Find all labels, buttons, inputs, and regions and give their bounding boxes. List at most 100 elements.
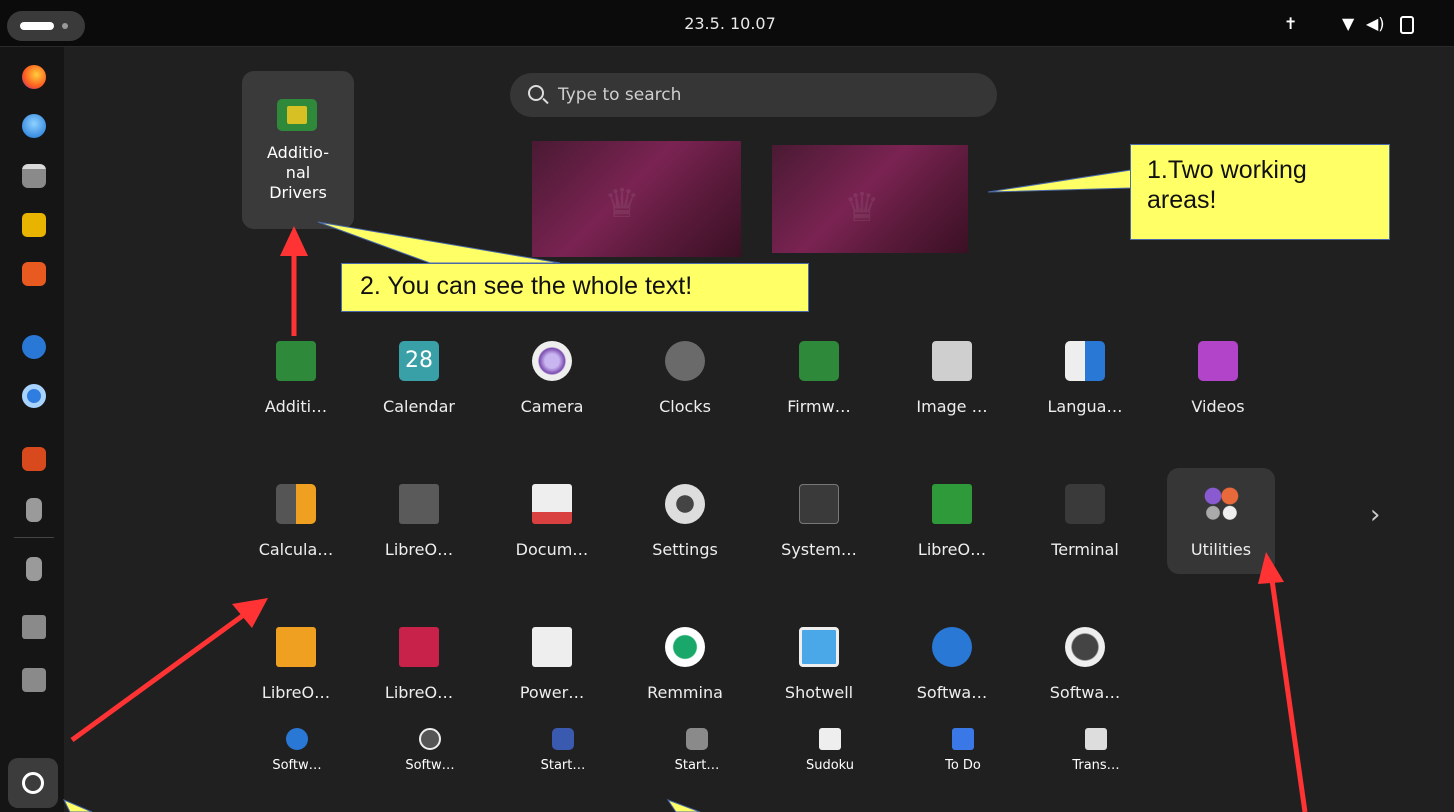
app-calculator[interactable]: Calcula… [241,484,351,594]
app-label: System… [781,540,857,559]
gear-icon [665,484,705,524]
app-label: Softw… [405,758,455,773]
app-label: Terminal [1051,540,1119,559]
top-bar: 23.5. 10.07 ✝ ▼ ◀) [0,0,1454,47]
app-label: Remmina [647,683,723,702]
app-utilities[interactable]: Utilities [1166,484,1276,594]
ubuntu-logo-icon [22,772,44,794]
clock[interactable]: 23.5. 10.07 [640,14,820,33]
app-videos[interactable]: Videos [1163,341,1273,451]
app-startup-applications[interactable]: Start… [651,728,741,784]
transmission-icon [1085,728,1107,750]
app-image-viewer[interactable]: Image … [897,341,1007,451]
rhythmbox-icon[interactable] [22,213,46,237]
play-icon [1198,341,1238,381]
app-label: Langua… [1047,397,1123,416]
app-shotwell[interactable] [764,627,874,737]
app-label: Calcula… [258,540,334,559]
terminal-icon [1065,484,1105,524]
remmina-icon [665,627,705,667]
app-label: Docum… [515,540,589,559]
libreoffice-impress-icon[interactable] [22,447,46,471]
app-libreoffice-math[interactable] [364,627,474,737]
app-sudoku[interactable]: Sudoku [784,728,874,784]
app-label: LibreO… [917,540,987,559]
app-libreoffice[interactable]: LibreO… [364,484,474,594]
workspace-thumbnail-2[interactable]: ♛ [772,145,968,253]
arrow-diagonal [70,611,247,743]
app-grid-overview: 23.5. 10.07 ✝ ▼ ◀) Type to search ♛ ♛ Ad… [0,0,1454,812]
app-software-small-2[interactable]: Softw… [384,728,474,784]
app-center-icon[interactable] [22,262,46,286]
accessibility-icon[interactable]: ✝ [1284,14,1297,33]
app-software-small-1[interactable]: Softw… [251,728,341,784]
app-camera[interactable]: Camera [497,341,607,451]
app-label: Softwa… [916,683,988,702]
app-transmission[interactable]: Trans… [1050,728,1140,784]
workspace-thumbnail-1[interactable]: ♛ [532,141,741,257]
app-terminal[interactable]: Terminal [1030,484,1140,594]
app-settings[interactable]: Settings [630,484,740,594]
app-label: Settings [652,540,718,559]
app-label: Start… [674,758,720,773]
additional-drivers-tooltip[interactable]: Additio- nal Drivers [242,71,354,229]
firefox-icon[interactable] [22,65,46,89]
help-icon[interactable] [22,335,46,359]
app-software-2[interactable] [1030,627,1140,737]
app-label: LibreO… [384,540,454,559]
app-clocks[interactable]: Clocks [630,341,740,451]
thunderbird-icon[interactable] [22,114,46,138]
app-calendar[interactable]: 28 Calendar [364,341,474,451]
app-label: LibreO… [384,683,454,702]
app-label: Sudoku [805,758,855,773]
files-icon[interactable] [22,164,46,188]
wallpaper-crown-icon: ♛ [844,185,880,231]
callout-tail-bottom-center [666,798,701,812]
app-document-viewer[interactable]: Docum… [497,484,607,594]
app-label: Power… [519,683,585,702]
clock-icon [665,341,705,381]
volume-icon[interactable]: ◀) [1366,14,1385,33]
app-libreoffice-calc[interactable]: LibreO… [897,484,1007,594]
app-label: Image … [916,397,988,416]
magnifier-icon [932,341,972,381]
trash-icon[interactable] [22,668,46,692]
ssd-drive-icon[interactable] [22,615,46,639]
app-software-1[interactable] [897,627,1007,737]
show-apps-button[interactable] [8,758,58,808]
search-input[interactable]: Type to search [510,73,997,117]
shotwell-icon [799,627,839,667]
usb-drive-icon[interactable] [26,557,42,581]
monitor-icon [799,484,839,524]
arrow-utilities [1269,579,1308,812]
battery-icon[interactable] [1400,16,1414,34]
search-placeholder: Type to search [558,85,682,105]
app-additional-drivers[interactable]: Additi… [241,341,351,451]
app-libreoffice-draw[interactable] [241,627,351,737]
software-icon [1065,627,1105,667]
app-label: Clocks [659,397,711,416]
calendar-icon: 28 [399,341,439,381]
app-startup-disk-creator[interactable]: Start… [517,728,607,784]
app-system-monitor[interactable]: System… [764,484,874,594]
app-firmware[interactable]: Firmw… [764,341,874,451]
chromium-icon[interactable] [22,384,46,408]
chip-icon [277,99,317,131]
callout-tail-bottom-left [62,799,93,812]
callout1-text: 1.Two working areas! [1147,156,1307,214]
sudoku-icon [819,728,841,750]
app-remmina[interactable] [630,627,740,737]
startup-disk-icon [552,728,574,750]
next-page-chevron-icon[interactable]: › [1370,500,1380,530]
startup-apps-icon [686,728,708,750]
app-to-do[interactable]: To Do [917,728,1007,784]
app-language-support[interactable]: Langua… [1030,341,1140,451]
wifi-icon[interactable]: ▼ [1342,14,1354,33]
usb-drive-icon[interactable] [26,498,42,522]
app-power-statistics[interactable] [497,627,607,737]
draw-icon [276,627,316,667]
activities-button[interactable] [7,11,85,41]
dock-separator [14,537,54,538]
power-graph-icon [532,627,572,667]
software-icon [419,728,441,750]
